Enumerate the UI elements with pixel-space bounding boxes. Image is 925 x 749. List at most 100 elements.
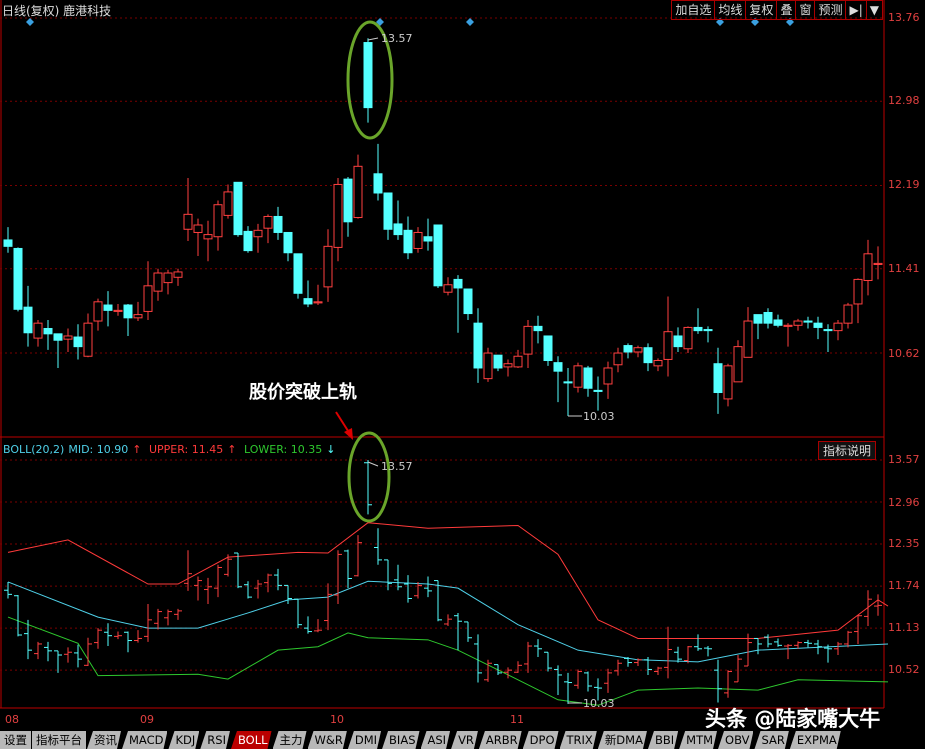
high-price-label: 13.57 xyxy=(381,32,413,45)
tab-设置[interactable]: 设置 xyxy=(0,731,31,749)
tab-vr[interactable]: VR xyxy=(451,731,478,749)
ohlc-bar xyxy=(324,583,332,631)
ohlc-bar xyxy=(184,550,192,591)
candle xyxy=(783,323,793,347)
high-price-label-lower: 13.57 xyxy=(381,460,413,473)
candle-body xyxy=(513,355,523,368)
candle-body xyxy=(453,278,463,289)
candle xyxy=(673,327,683,352)
adjust-price-button[interactable]: 复权 xyxy=(746,1,778,19)
candle xyxy=(63,328,73,352)
indicator-help-button[interactable]: 指标说明 xyxy=(818,441,877,460)
ohlc-bar xyxy=(344,549,352,589)
ohlc-bar xyxy=(4,581,12,599)
candle xyxy=(413,227,423,253)
candle xyxy=(533,315,543,344)
arrow-up-icon: ↑ xyxy=(132,443,142,456)
candle xyxy=(773,314,783,328)
candle xyxy=(183,178,193,242)
candle-body xyxy=(323,245,333,288)
overlay-button[interactable]: 叠 xyxy=(777,1,797,19)
candle-body xyxy=(463,288,473,315)
candle xyxy=(273,206,283,240)
candle-body xyxy=(423,236,433,242)
candle xyxy=(583,365,593,397)
candle-body xyxy=(743,320,753,358)
ohlc-bar xyxy=(154,608,162,630)
high-pointer-main xyxy=(367,37,379,41)
dropdown-triangle-icon[interactable]: ▼ xyxy=(867,1,882,19)
add-watchlist-button[interactable]: 加自选 xyxy=(672,1,716,19)
indicator-tabs: 设置 指标平台 资讯 MACD KDJ RSI BOLL 主力 W&R DMI BIAS ASI VR A… xyxy=(0,731,925,749)
tab-kdj[interactable]: KDJ xyxy=(168,731,199,749)
candle xyxy=(453,275,463,333)
tab-mtm[interactable]: MTM xyxy=(679,731,717,749)
window-button[interactable]: 窗 xyxy=(796,1,816,19)
candle-body xyxy=(213,204,223,238)
candle-body xyxy=(343,178,353,223)
candle-body xyxy=(303,298,313,305)
candle xyxy=(383,192,393,240)
ohlc-bar xyxy=(834,641,842,655)
candle-body xyxy=(793,320,803,326)
arrow-right-bar-icon[interactable]: ▶| xyxy=(846,1,867,19)
candle-body xyxy=(533,325,543,332)
ohlc-bar xyxy=(404,575,412,603)
candle xyxy=(293,253,303,299)
tab-macd[interactable]: MACD xyxy=(122,731,167,749)
candle-body xyxy=(23,306,33,334)
tab-w&r[interactable]: W&R xyxy=(308,731,347,749)
candle-body xyxy=(243,230,253,252)
tab-bias[interactable]: BIAS xyxy=(382,731,419,749)
arrow-up-icon: ↑ xyxy=(227,443,237,456)
tab-指标平台[interactable]: 指标平台 xyxy=(32,731,86,749)
stock-title: 日线(复权) 鹿港科技 xyxy=(2,4,112,18)
tab-dpo[interactable]: DPO xyxy=(523,731,559,749)
candle xyxy=(793,318,803,331)
candle xyxy=(263,214,273,244)
candle-body xyxy=(253,229,263,238)
candle-body xyxy=(373,173,383,194)
annotation-text: 股价突破上轨 xyxy=(249,382,357,403)
candle-body xyxy=(103,304,113,311)
tab-boll[interactable]: BOLL xyxy=(231,731,272,749)
candle xyxy=(143,261,153,320)
candle xyxy=(223,184,233,219)
candle xyxy=(813,316,823,340)
candle xyxy=(523,319,533,368)
date-label: 09 xyxy=(140,713,154,726)
candle-body xyxy=(313,301,323,304)
candle-body xyxy=(583,367,593,389)
tab-asi[interactable]: ASI xyxy=(421,731,451,749)
moving-average-button[interactable]: 均线 xyxy=(715,1,747,19)
candle-body xyxy=(803,320,813,323)
tab-新dma[interactable]: 新DMA xyxy=(598,731,647,749)
candle-body xyxy=(273,215,283,233)
forecast-button[interactable]: 预测 xyxy=(815,1,847,19)
candle-body xyxy=(543,335,553,362)
ohlc-bar xyxy=(774,638,782,647)
boll-lower-line xyxy=(7,616,889,706)
candle-body xyxy=(723,365,733,400)
tab-bbi[interactable]: BBI xyxy=(648,731,678,749)
ohlc-bar xyxy=(714,659,722,703)
candle xyxy=(203,220,213,262)
candle xyxy=(873,246,883,280)
tab-obv[interactable]: OBV xyxy=(718,731,753,749)
tab-sar[interactable]: SAR xyxy=(754,731,788,749)
kline-chart[interactable] xyxy=(0,0,925,749)
candle xyxy=(503,359,513,377)
tab-expma[interactable]: EXPMA xyxy=(790,731,841,749)
tab-trix[interactable]: TRIX xyxy=(560,731,597,749)
tab-资讯[interactable]: 资讯 xyxy=(87,731,121,749)
candle xyxy=(333,178,343,262)
tab-主力[interactable]: 主力 xyxy=(273,731,307,749)
candle-body xyxy=(203,234,213,240)
tab-rsi[interactable]: RSI xyxy=(200,731,230,749)
event-marker-icon xyxy=(466,18,474,26)
candle xyxy=(423,218,433,251)
candle xyxy=(723,363,733,407)
tab-dmi[interactable]: DMI xyxy=(348,731,381,749)
tab-arbr[interactable]: ARBR xyxy=(479,731,522,749)
candle xyxy=(243,226,253,253)
